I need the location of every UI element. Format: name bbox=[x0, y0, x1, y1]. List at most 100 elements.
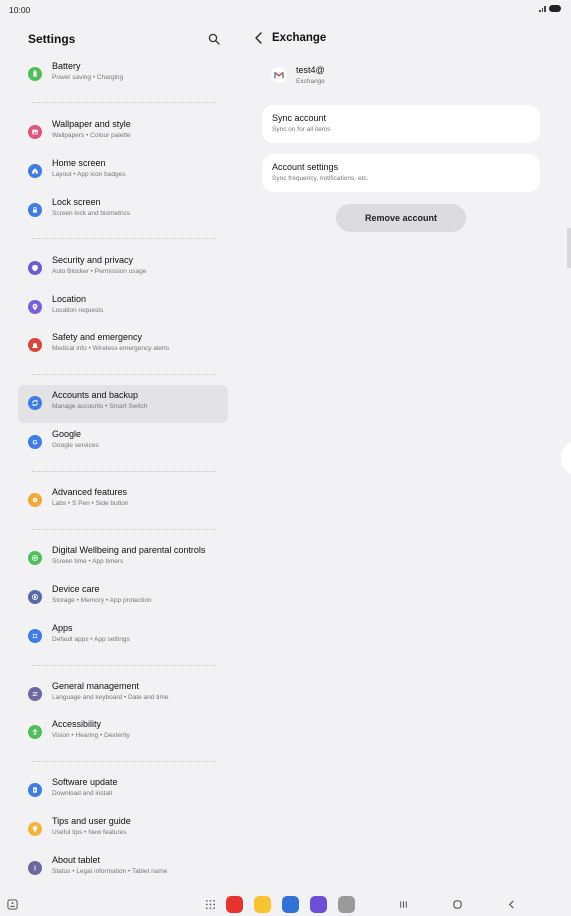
heart-circle-icon bbox=[28, 551, 42, 565]
settings-item-about[interactable]: About tablet Status • Legal information •… bbox=[18, 850, 228, 888]
settings-item-location[interactable]: Location Location requests bbox=[18, 289, 228, 327]
search-icon[interactable] bbox=[208, 32, 220, 45]
palette-icon bbox=[28, 125, 42, 139]
lock-icon bbox=[28, 203, 42, 217]
settings-item-subtitle: Screen time • App timers bbox=[52, 558, 124, 565]
settings-item-home[interactable]: Home screen Layout • App icon badges bbox=[18, 153, 228, 191]
settings-item-title: Apps bbox=[52, 623, 73, 633]
recent-apps-icon[interactable] bbox=[394, 895, 412, 913]
page-title: Settings bbox=[28, 32, 76, 46]
account-detail-pane: Exchange test4@ Exchange Sync account Sy… bbox=[245, 20, 571, 892]
settings-header: Settings bbox=[28, 32, 228, 52]
sliders-icon bbox=[28, 687, 42, 701]
settings-item-accounts[interactable]: Accounts and backup Manage accounts • Sma… bbox=[18, 385, 228, 423]
keyboard-switch-icon[interactable] bbox=[3, 895, 21, 913]
floating-edge-button[interactable] bbox=[561, 440, 571, 476]
notes-app-tile bbox=[225, 895, 243, 913]
settings-item-wellbeing[interactable]: Digital Wellbeing and parental controls S… bbox=[18, 540, 228, 578]
settings-item-tips[interactable]: Tips and user guide Useful tips • New fea… bbox=[18, 811, 228, 849]
camera-app-icon[interactable] bbox=[337, 895, 355, 913]
settings-item-title: Security and privacy bbox=[52, 255, 134, 265]
settings-item-subtitle: Wallpapers • Colour palette bbox=[52, 132, 131, 139]
account-settings-card[interactable]: Account settings Sync frequency, notific… bbox=[262, 154, 540, 192]
sync-account-card[interactable]: Sync account Sync on for all items bbox=[262, 105, 540, 143]
settings-item-lock[interactable]: Lock screen Screen lock and biometrics bbox=[18, 192, 228, 230]
settings-item-title: Accounts and backup bbox=[52, 390, 139, 400]
settings-item-subtitle: Vision • Hearing • Dexterity bbox=[52, 732, 130, 739]
sync-icon bbox=[28, 396, 42, 410]
section-divider bbox=[32, 238, 216, 239]
settings-item-title: General management bbox=[52, 681, 140, 691]
settings-item-security[interactable]: Security and privacy Auto Blocker • Permi… bbox=[18, 250, 228, 288]
device-care-icon bbox=[28, 590, 42, 604]
status-bar: 10:00 bbox=[0, 0, 571, 20]
settings-item-apps[interactable]: Apps Default apps • App settings bbox=[18, 618, 228, 656]
account-settings-subtitle: Sync frequency, notifications, etc. bbox=[272, 175, 369, 182]
settings-item-devicecare[interactable]: Device care Storage • Memory • App protec… bbox=[18, 579, 228, 617]
settings-item-subtitle: Auto Blocker • Permission usage bbox=[52, 268, 147, 275]
settings-item-subtitle: Medical info • Wireless emergency alerts bbox=[52, 345, 170, 352]
home-button-icon[interactable] bbox=[448, 895, 466, 913]
notes-app-icon[interactable] bbox=[225, 895, 243, 913]
section-divider bbox=[32, 665, 216, 666]
settings-item-subtitle: Location requests bbox=[52, 307, 104, 314]
settings-item-title: Battery bbox=[52, 61, 81, 71]
sync-account-title: Sync account bbox=[272, 113, 327, 123]
settings-item-subtitle: Language and keyboard • Date and time bbox=[52, 694, 169, 701]
settings-item-title: Accessibility bbox=[52, 719, 102, 729]
settings-item-title: Home screen bbox=[52, 158, 106, 168]
settings-item-subtitle: Layout • App icon badges bbox=[52, 171, 126, 178]
settings-item-subtitle: Default apps • App settings bbox=[52, 636, 130, 643]
files-app-icon[interactable] bbox=[253, 895, 271, 913]
home-icon bbox=[28, 164, 42, 178]
info-icon bbox=[28, 861, 42, 875]
settings-item-software[interactable]: Software update Download and install bbox=[18, 772, 228, 810]
app-drawer-icon[interactable] bbox=[201, 895, 219, 913]
back-button-icon[interactable] bbox=[502, 895, 520, 913]
settings-item-title: Google bbox=[52, 429, 82, 439]
settings-item-subtitle: Manage accounts • Smart Switch bbox=[52, 403, 148, 410]
section-divider bbox=[32, 529, 216, 530]
detail-title: Exchange bbox=[272, 32, 327, 44]
settings-item-advanced[interactable]: Advanced features Labs • S Pen • Side but… bbox=[18, 482, 228, 520]
location-pin-icon bbox=[28, 300, 42, 314]
settings-item-accessibility[interactable]: Accessibility Vision • Hearing • Dexterit… bbox=[18, 714, 228, 752]
apps-grid-icon bbox=[28, 629, 42, 643]
account-settings-title: Account settings bbox=[272, 162, 339, 172]
settings-item-wallpaper[interactable]: Wallpaper and style Wallpapers • Colour p… bbox=[18, 114, 228, 152]
edge-panel-handle[interactable] bbox=[567, 228, 571, 268]
section-divider bbox=[32, 761, 216, 762]
settings-item-title: Tips and user guide bbox=[52, 816, 131, 826]
settings-item-subtitle: Google services bbox=[52, 442, 99, 449]
settings-item-title: Safety and emergency bbox=[52, 332, 143, 342]
settings-item-title: Advanced features bbox=[52, 487, 128, 497]
files-app-tile bbox=[253, 895, 271, 913]
navigation-bar bbox=[0, 892, 571, 916]
settings-item-google[interactable]: G Google Google services bbox=[18, 424, 228, 462]
back-arrow-icon[interactable] bbox=[253, 31, 265, 45]
settings-list-pane: Settings Battery Power saving • Charging W… bbox=[0, 20, 245, 892]
shield-icon bbox=[28, 261, 42, 275]
account-email: test4@ bbox=[296, 65, 325, 75]
status-time: 10:00 bbox=[9, 5, 31, 15]
settings-item-title: Software update bbox=[52, 777, 118, 787]
update-icon bbox=[28, 783, 42, 797]
settings-item-title: Location bbox=[52, 294, 87, 304]
battery-status-icon bbox=[549, 5, 561, 12]
internet-app-icon[interactable] bbox=[309, 895, 327, 913]
settings-item-title: Device care bbox=[52, 584, 100, 594]
settings-item-general[interactable]: General management Language and keyboard … bbox=[18, 676, 228, 714]
internet-app-tile bbox=[309, 895, 327, 913]
settings-item-subtitle: Download and install bbox=[52, 790, 112, 797]
remove-account-button[interactable]: Remove account bbox=[336, 204, 466, 232]
gear-plus-icon bbox=[28, 493, 42, 507]
settings-item-battery[interactable]: Battery Power saving • Charging bbox=[18, 56, 228, 94]
person-icon bbox=[28, 725, 42, 739]
google-g-icon: G bbox=[28, 435, 42, 449]
settings-item-title: Wallpaper and style bbox=[52, 119, 131, 129]
svg-text:G: G bbox=[33, 440, 38, 446]
settings-item-safety[interactable]: Safety and emergency Medical info • Wirel… bbox=[18, 327, 228, 365]
camera-app-tile bbox=[337, 895, 355, 913]
lightbulb-icon bbox=[28, 822, 42, 836]
messages-app-icon[interactable] bbox=[281, 895, 299, 913]
